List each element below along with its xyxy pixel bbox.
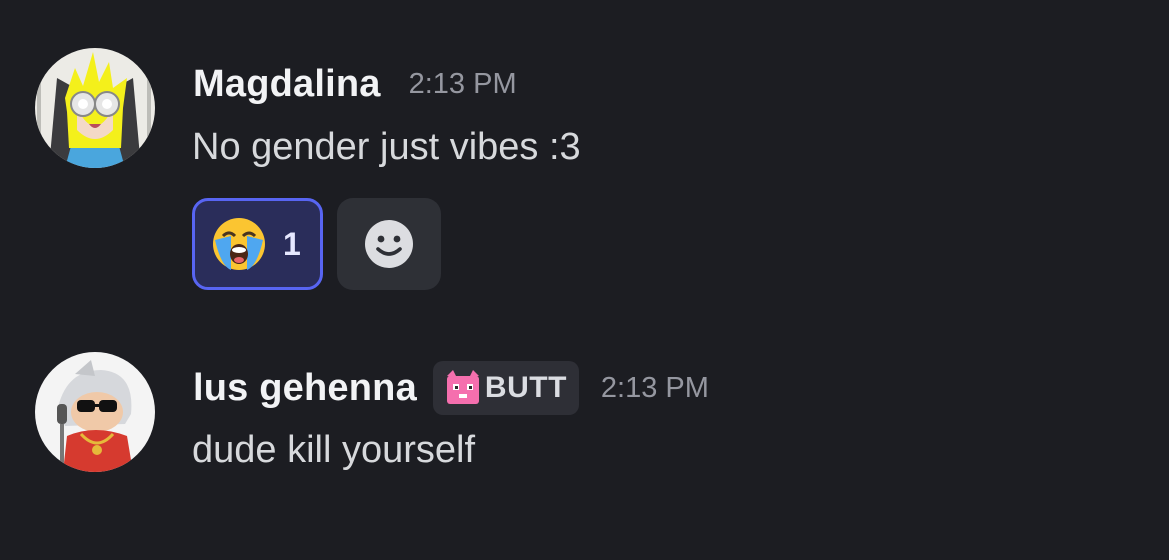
- message-content: dude kill yourself: [192, 429, 476, 471]
- chat-view: Magdalina 2:13 PM No gender just vibes :…: [0, 0, 1169, 560]
- reaction-count: 1: [283, 225, 301, 262]
- timestamp: 2:13 PM: [408, 67, 517, 100]
- message-content: No gender just vibes :3: [192, 126, 581, 168]
- anime-girl-avatar-icon: [35, 48, 155, 168]
- reaction-bar: 1: [192, 198, 441, 290]
- user-avatar[interactable]: [35, 352, 155, 472]
- add-reaction-button[interactable]: [337, 198, 441, 290]
- message-header: Magdalina 2:13 PM: [193, 60, 517, 108]
- role-tag[interactable]: BUTT: [432, 361, 579, 415]
- pink-cat-icon: [446, 370, 479, 404]
- role-tag-label: BUTT: [484, 371, 567, 404]
- user-avatar[interactable]: [35, 48, 155, 168]
- loudly-crying-face-icon: [213, 218, 265, 270]
- reaction-crying[interactable]: 1: [192, 198, 323, 290]
- username[interactable]: lus gehenna: [193, 367, 417, 410]
- hooded-rapper-avatar-icon: [35, 352, 155, 472]
- message-header: lus gehenna BUTT 2:13 PM: [193, 361, 709, 415]
- smiley-face-icon: [365, 220, 413, 268]
- username[interactable]: Magdalina: [193, 63, 381, 106]
- timestamp: 2:13 PM: [600, 371, 709, 404]
